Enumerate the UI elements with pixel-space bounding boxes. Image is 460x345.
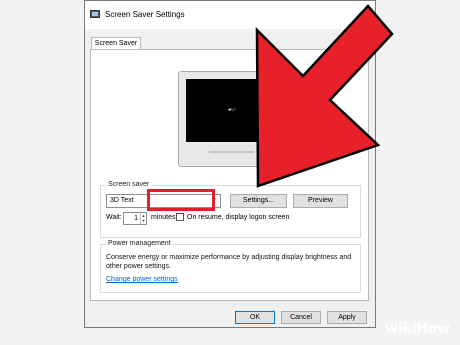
- preview-button[interactable]: Preview: [293, 194, 348, 208]
- ok-button[interactable]: OK: [235, 311, 275, 324]
- settings-highlight-box: [147, 189, 215, 211]
- screen-saver-panel: ▰▱ Screen saver 3D Text ▼ Settings... Pr…: [90, 49, 369, 301]
- monitor-preview: ▰▱: [178, 71, 283, 167]
- preview-screen: ▰▱: [186, 79, 275, 142]
- power-management-description: Conserve energy or maximize performance …: [106, 254, 352, 270]
- 3d-text-preview-glyph: ▰▱: [228, 107, 236, 113]
- wikihow-watermark: wikiHow: [385, 321, 450, 337]
- screen-saver-settings-window: Screen Saver Settings Screen Saver ▰▱ Sc…: [84, 0, 376, 328]
- logon-checkbox-label[interactable]: On resume, display logon screen: [187, 214, 289, 221]
- logon-checkbox[interactable]: [176, 213, 184, 221]
- screen-saver-app-icon: [90, 10, 100, 18]
- monitor-power-icon: [270, 150, 274, 154]
- change-power-settings-link[interactable]: Change power settings: [106, 276, 178, 283]
- wait-label: Wait:: [106, 214, 122, 221]
- spin-arrows-icon[interactable]: ▲ ▼: [140, 213, 146, 224]
- wait-minutes-stepper[interactable]: 1 ▲ ▼: [123, 212, 147, 225]
- power-management-group: Power management Conserve energy or maxi…: [100, 240, 361, 293]
- title-bar: Screen Saver Settings: [85, 1, 375, 29]
- minutes-label: minutes: [151, 214, 176, 221]
- cancel-button[interactable]: Cancel: [281, 311, 321, 324]
- monitor-bezel-line: [209, 151, 254, 153]
- wait-value: 1: [134, 215, 138, 222]
- settings-button[interactable]: Settings...: [230, 194, 287, 208]
- window-title: Screen Saver Settings: [105, 10, 185, 19]
- apply-button[interactable]: Apply: [327, 311, 367, 324]
- screen-saver-group: Screen saver 3D Text ▼ Settings... Previ…: [100, 181, 361, 238]
- screen-saver-selected-value: 3D Text: [110, 197, 134, 204]
- screen-saver-group-label: Screen saver: [106, 181, 152, 188]
- power-management-group-label: Power management: [106, 240, 173, 247]
